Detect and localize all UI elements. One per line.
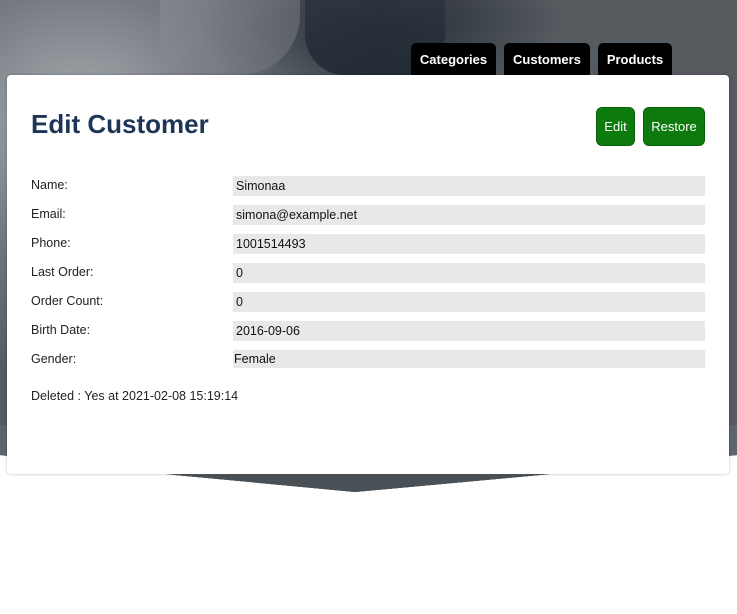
hero-photo-jacket [160,0,300,75]
phone-field[interactable]: 1001514493 [233,234,705,254]
hero-bottom-point [175,475,540,492]
name-field[interactable]: Simonaa [233,176,705,196]
last-order-label: Last Order: [31,265,94,279]
email-field[interactable]: simona@example.net [233,205,705,225]
last-order-row: Last Order: 0 [31,263,705,283]
tab-categories[interactable]: Categories [411,43,496,75]
phone-row: Phone: 1001514493 [31,234,705,254]
last-order-field[interactable]: 0 [233,263,705,283]
order-count-row: Order Count: 0 [31,292,705,312]
tab-customers[interactable]: Customers [504,43,590,75]
gender-label: Gender: [31,352,77,366]
page-title: Edit Customer [31,109,209,139]
name-row: Name: Simonaa [31,176,705,196]
edit-button[interactable]: Edit [596,107,635,146]
gender-select[interactable]: Female [233,350,705,368]
order-count-label: Order Count: [31,294,104,308]
tab-products[interactable]: Products [598,43,672,75]
phone-label: Phone: [31,236,71,250]
gender-row: Gender: Female [31,350,705,370]
edit-customer-card: Edit Customer Edit Restore Name: Simonaa… [7,75,729,474]
birth-date-field[interactable]: 2016-09-06 [233,321,705,341]
top-nav-tabs: Categories Customers Products [411,43,672,75]
name-label: Name: [31,178,68,192]
birth-date-label: Birth Date: [31,323,91,337]
deleted-status: Deleted : Yes at 2021-02-08 15:19:14 [31,389,239,403]
email-label: Email: [31,207,66,221]
order-count-field[interactable]: 0 [233,292,705,312]
birth-date-row: Birth Date: 2016-09-06 [31,321,705,341]
restore-button[interactable]: Restore [643,107,705,146]
email-row: Email: simona@example.net [31,205,705,225]
